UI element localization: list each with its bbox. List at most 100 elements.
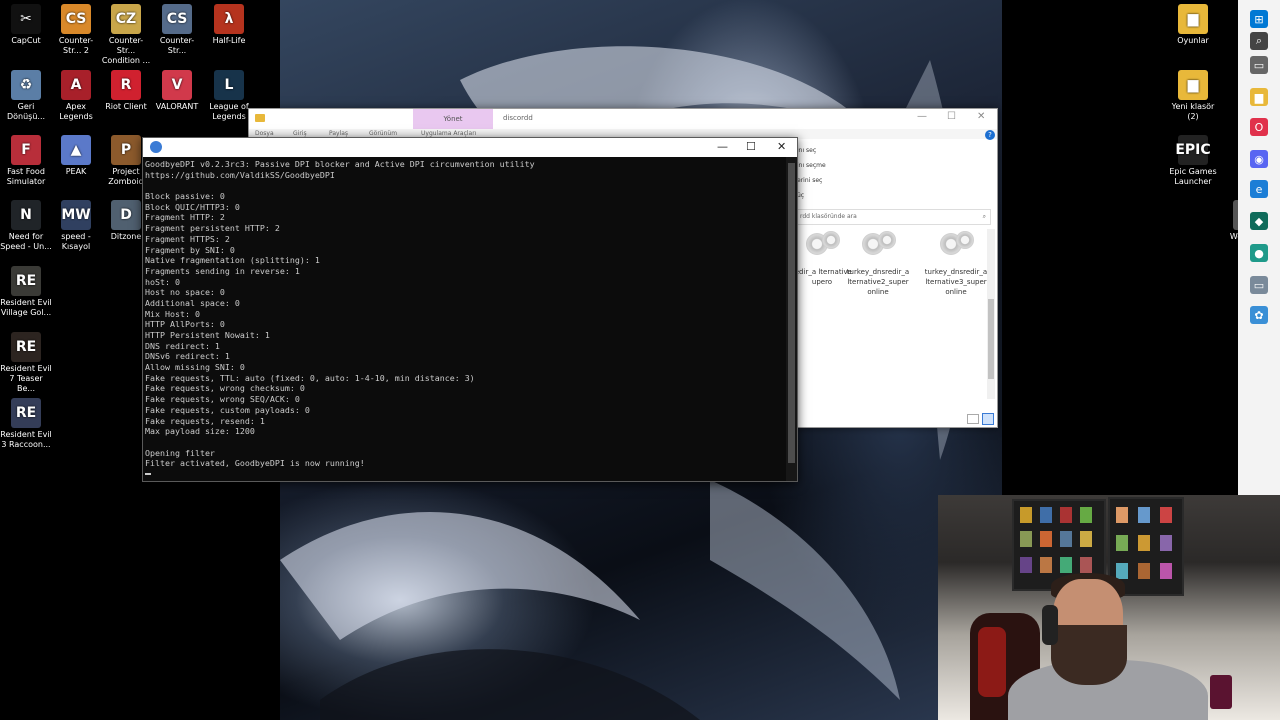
desktop-icon[interactable]: MW speed - Kısayol [50,200,102,252]
app-icon: MW [61,200,91,230]
console-line: Fragment by SNI: 0 [145,244,235,255]
console-line: Fake requests, TTL: auto (fixed: 0, auto… [145,372,475,383]
console-line: HTTP AllPorts: 0 [145,319,225,330]
windows-start-icon[interactable]: ⊞ [1250,10,1268,28]
webcam-app-icon[interactable]: ● [1250,244,1268,262]
console-line: DNSv6 redirect: 1 [145,351,230,362]
discord-icon[interactable]: ◉ [1250,150,1268,168]
desktop-icon[interactable]: RE Resident Evil 3 Raccoon... [0,398,52,450]
explorer-selection-menu: ını seç inı seçme erini seç üç [797,143,826,203]
ribbon-tab[interactable]: Görünüm [369,130,397,137]
desktop-icon[interactable]: ▲ PEAK [50,135,102,177]
file-item[interactable]: turkey_dnsredir_a lternative3_super onli… [921,229,991,297]
explorer-title-bar[interactable]: Yönet discordd — ☐ ✕ [249,109,997,129]
console-title-bar[interactable]: — ☐ ✕ [143,138,797,157]
desktop-icon[interactable]: CZ Counter-Str... Condition ... [100,4,152,66]
file-name: turkey_dnsredir_a lternative3_super onli… [924,268,988,296]
edge-icon[interactable]: e [1250,180,1268,198]
goodbyedpi-icon [150,141,162,153]
desktop-icon[interactable]: ♻ Geri Dönüşü... [0,70,52,122]
desktop-icon[interactable]: ▆ Oyunlar [1167,4,1219,46]
desktop-icon[interactable]: A Apex Legends [50,70,102,122]
desktop-icon[interactable]: ▆ Yeni klasör (2) [1167,70,1219,122]
console-maximize-button[interactable]: ☐ [746,140,756,153]
desktop-icon[interactable]: RE Resident Evil 7 Teaser Be... [0,332,52,394]
opera-gx-icon[interactable]: O [1250,118,1268,136]
explorer-close-button[interactable]: ✕ [977,111,985,122]
desktop-icon[interactable]: CS Counter-Str... 2 [50,4,102,56]
console-output[interactable]: GoodbyeDPI v0.2.3rc3: Passive DPI blocke… [145,159,785,480]
desktop-icon[interactable]: CS Counter-Str... [151,4,203,56]
batch-file-icon [802,229,842,263]
console-line: Fragment persistent HTTP: 2 [145,223,280,234]
desktop-icon-label: Yeni klasör (2) [1171,102,1215,121]
desktop-icon[interactable]: N Need for Speed - Un... [0,200,52,252]
task-view-icon[interactable]: ▭ [1250,56,1268,74]
console-line: Block QUIC/HTTP3: 0 [145,201,240,212]
taskbar: ⊞ ⌕ ▭ ▆ O ◉ e ◆ ● ▭ ✿ [1238,0,1280,496]
ribbon-tab[interactable]: Giriş [293,130,307,137]
explorer-maximize-button[interactable]: ☐ [947,111,956,122]
desktop-icon-label: Resident Evil 7 Teaser Be... [0,364,52,393]
console-scrollbar[interactable] [786,157,797,481]
selection-menu-item[interactable]: üç [797,188,826,203]
desktop-icon-label: Counter-Str... Condition ... [101,36,151,65]
explorer-content: ını seç inı seçme erini seç üç rdd klasörün… [792,143,997,425]
desktop-icon[interactable]: F Fast Food Simulator [0,135,52,187]
app-icon: CZ [111,4,141,34]
league-icon[interactable]: ◆ [1250,212,1268,230]
selection-menu-item[interactable]: inı seçme [797,158,826,173]
desktop-icon[interactable]: λ Half-Life [203,4,255,46]
settings-app-icon[interactable]: ✿ [1250,306,1268,324]
desktop-icon-label: CapCut [11,36,41,45]
console-cursor [145,469,785,480]
search-icon: ⌕ [982,213,986,220]
console-line: hoSt: 0 [145,276,180,287]
app-icon: ♻ [11,70,41,100]
ribbon-tab[interactable]: Dosya [255,130,274,137]
ribbon-tab[interactable]: Uygulama Araçları [421,130,476,137]
desktop-icon-label: Oyunlar [1177,36,1209,45]
large-icons-view-icon[interactable] [982,413,994,425]
details-view-icon[interactable] [967,414,979,424]
app-icon: ▲ [61,135,91,165]
desktop-icon-label: Counter-Str... 2 [58,36,94,55]
console-scrollbar-thumb[interactable] [788,163,795,463]
console-line: DNS redirect: 1 [145,340,220,351]
app-icon: R [111,70,141,100]
batch-file-icon [858,229,898,263]
help-icon[interactable]: ? [985,130,995,140]
app-icon: N [11,200,41,230]
file-item[interactable]: turkey_dnsredir_a lternative2_super onli… [843,229,913,297]
desktop-icon[interactable]: ✂ CapCut [0,4,52,46]
search-icon[interactable]: ⌕ [1250,32,1268,50]
explorer-minimize-button[interactable]: — [917,111,927,122]
manage-tab[interactable]: Yönet [413,109,493,129]
ribbon-tab[interactable]: Paylaş [329,130,348,137]
app-icon: λ [214,4,244,34]
explorer-scrollbar[interactable] [987,229,995,399]
desktop-icon[interactable]: R Riot Client [100,70,152,112]
mug [1210,675,1232,709]
console-line: Native fragmentation (splitting): 1 [145,255,320,266]
desktop-icon[interactable]: V VALORANT [151,70,203,112]
desktop-icon[interactable]: EPIC Epic Games Launcher [1167,135,1219,187]
window-icon[interactable]: ▭ [1250,276,1268,294]
app-icon: ▆ [1178,70,1208,100]
scrollbar-thumb[interactable] [988,299,994,379]
console-line: Additional space: 0 [145,297,240,308]
selection-menu-item[interactable]: erini seç [797,173,826,188]
console-close-button[interactable]: ✕ [777,140,786,153]
console-minimize-button[interactable]: — [717,140,728,153]
selection-menu-item[interactable]: ını seç [797,143,826,158]
app-icon: CS [61,4,91,34]
goodbyedpi-console-window[interactable]: — ☐ ✕ GoodbyeDPI v0.2.3rc3: Passive DPI … [142,137,798,482]
desktop-icon-label: Riot Client [105,102,147,111]
file-explorer-icon[interactable]: ▆ [1250,88,1268,106]
console-line: Fragments sending in reverse: 1 [145,265,300,276]
desktop-icon[interactable]: RE Resident Evil Village Gol... [0,266,52,318]
explorer-search-input[interactable]: rdd klasöründe ara ⌕ [797,209,991,225]
explorer-folder-name: discordd [503,114,533,122]
folder-icon [255,114,265,122]
